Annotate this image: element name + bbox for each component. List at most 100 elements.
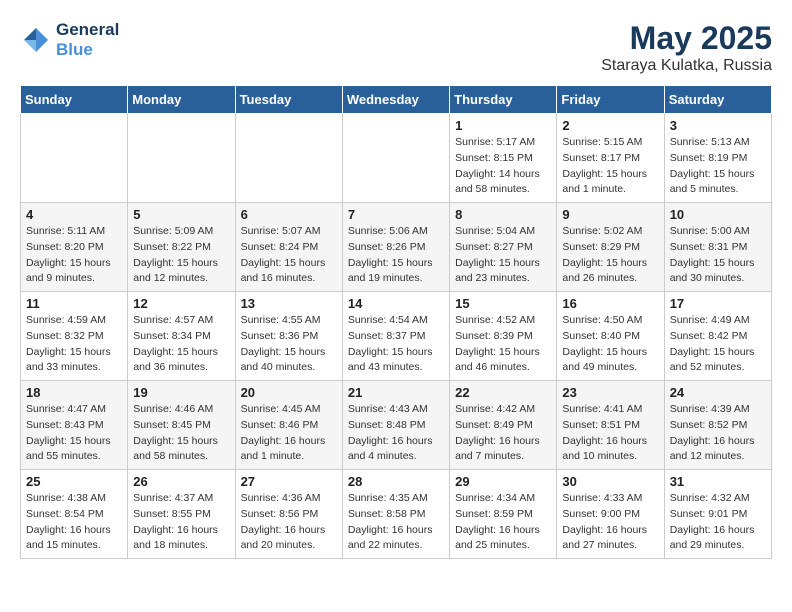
day-info: Sunrise: 4:46 AM Sunset: 8:45 PM Dayligh… <box>133 402 229 465</box>
day-number: 14 <box>348 296 444 311</box>
day-info: Sunrise: 4:32 AM Sunset: 9:01 PM Dayligh… <box>670 491 766 554</box>
calendar-cell: 3 Sunrise: 5:13 AM Sunset: 8:19 PM Daylig… <box>664 114 771 203</box>
calendar-cell: 1Sunrise: 5:17 AM Sunset: 8:15 PM Daylig… <box>450 114 557 203</box>
day-number: 17 <box>670 296 766 311</box>
calendar-cell <box>128 114 235 203</box>
calendar-week-row: 1Sunrise: 5:17 AM Sunset: 8:15 PM Daylig… <box>21 114 772 203</box>
calendar-cell <box>235 114 342 203</box>
weekday-header: Saturday <box>664 86 771 114</box>
calendar-cell: 7Sunrise: 5:06 AM Sunset: 8:26 PM Daylig… <box>342 203 449 292</box>
day-info: Sunrise: 4:36 AM Sunset: 8:56 PM Dayligh… <box>241 491 337 554</box>
page-header: General Blue May 2025 Staraya Kulatka, R… <box>20 20 772 75</box>
day-number: 23 <box>562 385 658 400</box>
day-number: 29 <box>455 474 551 489</box>
calendar-cell: 11 Sunrise: 4:59 AM Sunset: 8:32 PM Dayli… <box>21 292 128 381</box>
calendar-cell: 10 Sunrise: 5:00 AM Sunset: 8:31 PM Dayli… <box>664 203 771 292</box>
calendar-cell: 6 Sunrise: 5:07 AM Sunset: 8:24 PM Daylig… <box>235 203 342 292</box>
calendar-cell: 19 Sunrise: 4:46 AM Sunset: 8:45 PM Dayli… <box>128 381 235 470</box>
day-info: Sunrise: 5:02 AM Sunset: 8:29 PM Dayligh… <box>562 224 658 287</box>
day-number: 30 <box>562 474 658 489</box>
location: Staraya Kulatka, Russia <box>601 57 772 75</box>
day-number: 16 <box>562 296 658 311</box>
day-info: Sunrise: 5:09 AM Sunset: 8:22 PM Dayligh… <box>133 224 229 287</box>
calendar-cell: 26Sunrise: 4:37 AM Sunset: 8:55 PM Dayli… <box>128 470 235 559</box>
calendar-cell: 13Sunrise: 4:55 AM Sunset: 8:36 PM Dayli… <box>235 292 342 381</box>
weekday-header: Tuesday <box>235 86 342 114</box>
calendar-cell: 20Sunrise: 4:45 AM Sunset: 8:46 PM Dayli… <box>235 381 342 470</box>
day-info: Sunrise: 4:42 AM Sunset: 8:49 PM Dayligh… <box>455 402 551 465</box>
calendar-cell: 17 Sunrise: 4:49 AM Sunset: 8:42 PM Dayli… <box>664 292 771 381</box>
calendar-cell: 21Sunrise: 4:43 AM Sunset: 8:48 PM Dayli… <box>342 381 449 470</box>
day-number: 5 <box>133 207 229 222</box>
calendar-cell: 16 Sunrise: 4:50 AM Sunset: 8:40 PM Dayli… <box>557 292 664 381</box>
day-info: Sunrise: 5:15 AM Sunset: 8:17 PM Dayligh… <box>562 135 658 198</box>
day-info: Sunrise: 4:41 AM Sunset: 8:51 PM Dayligh… <box>562 402 658 465</box>
day-number: 2 <box>562 118 658 133</box>
calendar-cell: 9 Sunrise: 5:02 AM Sunset: 8:29 PM Daylig… <box>557 203 664 292</box>
logo-icon <box>20 24 52 56</box>
day-info: Sunrise: 4:34 AM Sunset: 8:59 PM Dayligh… <box>455 491 551 554</box>
logo: General Blue <box>20 20 119 61</box>
calendar-week-row: 25 Sunrise: 4:38 AM Sunset: 8:54 PM Dayli… <box>21 470 772 559</box>
day-number: 18 <box>26 385 122 400</box>
day-number: 3 <box>670 118 766 133</box>
calendar-cell: 23 Sunrise: 4:41 AM Sunset: 8:51 PM Dayli… <box>557 381 664 470</box>
day-info: Sunrise: 5:11 AM Sunset: 8:20 PM Dayligh… <box>26 224 122 287</box>
day-number: 21 <box>348 385 444 400</box>
day-info: Sunrise: 5:06 AM Sunset: 8:26 PM Dayligh… <box>348 224 444 287</box>
day-number: 11 <box>26 296 122 311</box>
day-info: Sunrise: 4:45 AM Sunset: 8:46 PM Dayligh… <box>241 402 337 465</box>
day-info: Sunrise: 4:54 AM Sunset: 8:37 PM Dayligh… <box>348 313 444 376</box>
calendar-cell <box>21 114 128 203</box>
calendar-cell: 30 Sunrise: 4:33 AM Sunset: 9:00 PM Dayli… <box>557 470 664 559</box>
day-number: 27 <box>241 474 337 489</box>
day-info: Sunrise: 4:47 AM Sunset: 8:43 PM Dayligh… <box>26 402 122 465</box>
day-number: 15 <box>455 296 551 311</box>
day-number: 9 <box>562 207 658 222</box>
day-info: Sunrise: 4:39 AM Sunset: 8:52 PM Dayligh… <box>670 402 766 465</box>
day-number: 31 <box>670 474 766 489</box>
day-info: Sunrise: 5:04 AM Sunset: 8:27 PM Dayligh… <box>455 224 551 287</box>
day-number: 6 <box>241 207 337 222</box>
day-info: Sunrise: 4:38 AM Sunset: 8:54 PM Dayligh… <box>26 491 122 554</box>
day-info: Sunrise: 5:17 AM Sunset: 8:15 PM Dayligh… <box>455 135 551 198</box>
calendar-cell: 18 Sunrise: 4:47 AM Sunset: 8:43 PM Dayli… <box>21 381 128 470</box>
calendar-cell: 24 Sunrise: 4:39 AM Sunset: 8:52 PM Dayli… <box>664 381 771 470</box>
calendar-cell: 29 Sunrise: 4:34 AM Sunset: 8:59 PM Dayli… <box>450 470 557 559</box>
day-number: 22 <box>455 385 551 400</box>
day-number: 12 <box>133 296 229 311</box>
weekday-header: Friday <box>557 86 664 114</box>
day-info: Sunrise: 4:49 AM Sunset: 8:42 PM Dayligh… <box>670 313 766 376</box>
calendar-cell: 12Sunrise: 4:57 AM Sunset: 8:34 PM Dayli… <box>128 292 235 381</box>
day-number: 28 <box>348 474 444 489</box>
calendar-cell: 14 Sunrise: 4:54 AM Sunset: 8:37 PM Dayli… <box>342 292 449 381</box>
day-number: 8 <box>455 207 551 222</box>
month-title: May 2025 <box>601 20 772 57</box>
weekday-header: Thursday <box>450 86 557 114</box>
day-info: Sunrise: 4:50 AM Sunset: 8:40 PM Dayligh… <box>562 313 658 376</box>
logo-text: General Blue <box>56 20 119 61</box>
day-info: Sunrise: 4:35 AM Sunset: 8:58 PM Dayligh… <box>348 491 444 554</box>
calendar-cell: 2 Sunrise: 5:15 AM Sunset: 8:17 PM Daylig… <box>557 114 664 203</box>
day-number: 24 <box>670 385 766 400</box>
calendar-cell: 22 Sunrise: 4:42 AM Sunset: 8:49 PM Dayli… <box>450 381 557 470</box>
calendar-cell: 4Sunrise: 5:11 AM Sunset: 8:20 PM Daylig… <box>21 203 128 292</box>
day-number: 13 <box>241 296 337 311</box>
day-info: Sunrise: 5:00 AM Sunset: 8:31 PM Dayligh… <box>670 224 766 287</box>
day-info: Sunrise: 5:07 AM Sunset: 8:24 PM Dayligh… <box>241 224 337 287</box>
day-info: Sunrise: 5:13 AM Sunset: 8:19 PM Dayligh… <box>670 135 766 198</box>
day-number: 10 <box>670 207 766 222</box>
calendar-week-row: 11 Sunrise: 4:59 AM Sunset: 8:32 PM Dayli… <box>21 292 772 381</box>
day-number: 26 <box>133 474 229 489</box>
day-info: Sunrise: 4:59 AM Sunset: 8:32 PM Dayligh… <box>26 313 122 376</box>
weekday-header-row: SundayMondayTuesdayWednesdayThursdayFrid… <box>21 86 772 114</box>
calendar-table: SundayMondayTuesdayWednesdayThursdayFrid… <box>20 85 772 559</box>
weekday-header: Sunday <box>21 86 128 114</box>
day-info: Sunrise: 4:33 AM Sunset: 9:00 PM Dayligh… <box>562 491 658 554</box>
day-number: 19 <box>133 385 229 400</box>
weekday-header: Monday <box>128 86 235 114</box>
day-number: 25 <box>26 474 122 489</box>
day-info: Sunrise: 4:52 AM Sunset: 8:39 PM Dayligh… <box>455 313 551 376</box>
title-block: May 2025 Staraya Kulatka, Russia <box>601 20 772 75</box>
calendar-cell: 8 Sunrise: 5:04 AM Sunset: 8:27 PM Daylig… <box>450 203 557 292</box>
